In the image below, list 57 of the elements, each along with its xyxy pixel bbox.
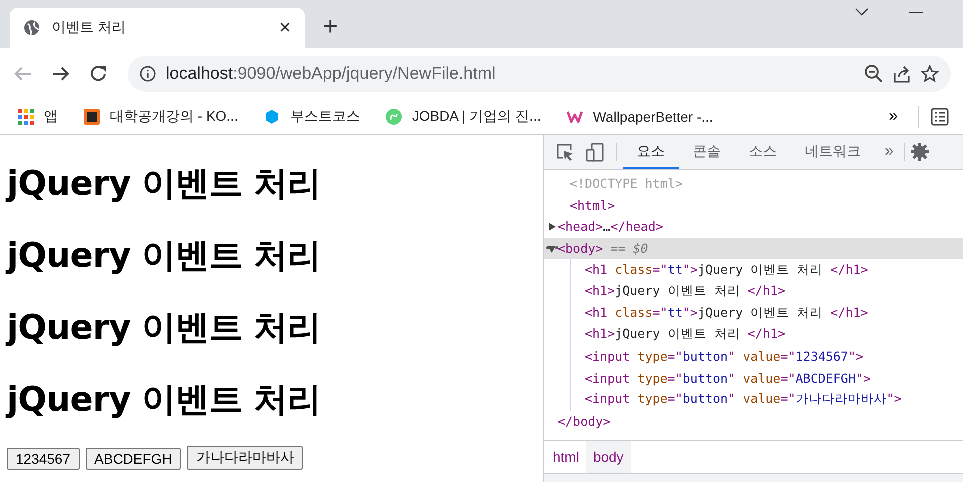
dom-node-line[interactable]: <h1 class="tt">jQuery 이벤트 처리 </h1> [585, 304, 868, 322]
breadcrumb[interactable]: body [586, 441, 631, 473]
devtools-tab[interactable]: 네트워크 [791, 135, 875, 169]
new-tab-button[interactable]: + [319, 11, 342, 42]
page-button[interactable]: ABCDEFGH [86, 448, 182, 470]
close-button[interactable]: × [277, 16, 293, 40]
expanded-triangle-icon[interactable] [548, 244, 556, 253]
dom-node-line[interactable]: <html> [570, 198, 616, 213]
bookmarks-overflow-button[interactable]: » [883, 107, 904, 127]
more-tabs-button[interactable]: » [875, 135, 904, 169]
page-heading: jQuery 이벤트 처리 [7, 163, 322, 206]
dom-node-line[interactable]: <input type="button" value="가나다라마바사"> [585, 391, 902, 408]
collapsed-triangle-icon[interactable] [548, 222, 556, 231]
page-button[interactable]: 1234567 [7, 448, 80, 470]
devtools-tab[interactable]: 소스 [735, 135, 791, 169]
star-icon[interactable] [921, 65, 939, 83]
dom-node-line[interactable]: <h1 class="tt">jQuery 이벤트 처리 </h1> [585, 262, 868, 279]
bookmark-item[interactable]: WallpaperBetter -... [567, 109, 714, 125]
page-heading: jQuery 이벤트 처리 [7, 235, 322, 278]
info-icon [140, 66, 156, 82]
circle-logo-icon [386, 109, 402, 125]
dom-node-line[interactable]: </body> [558, 414, 611, 429]
bookmark-item[interactable]: 앱 [18, 108, 58, 126]
breadcrumb[interactable]: html [546, 441, 586, 473]
ellipsis-icon [546, 246, 559, 250]
inspect-icon[interactable] [556, 143, 574, 161]
bookmark-item[interactable]: 대학공개강의 - KO... [84, 108, 238, 126]
dom-node-line[interactable]: <h1>jQuery 이벤트 처리 </h1> [585, 326, 786, 344]
device-icon[interactable] [586, 142, 604, 162]
square-logo-icon [84, 109, 100, 125]
chevron-down-icon[interactable] [855, 8, 869, 17]
dom-node-line[interactable]: <input type="button" value="1234567"> [585, 349, 864, 364]
settings-icon[interactable] [910, 143, 929, 161]
forward-arrow-icon[interactable] [52, 65, 70, 83]
dom-node-line[interactable]: <body> == $0 [558, 241, 648, 256]
devtools-tab[interactable]: 요소 [623, 135, 679, 169]
globe-icon [24, 20, 40, 36]
zoom-out-icon[interactable] [865, 65, 883, 83]
w-logo-icon [567, 109, 584, 125]
bookmark-item[interactable]: 부스트코스 [264, 108, 360, 126]
page-button[interactable]: 가나다라마바사 [187, 446, 304, 470]
dom-node-line[interactable]: <input type="button" value="ABCDEFGH"> [585, 370, 872, 386]
grid-icon [18, 109, 34, 125]
bookmark-item[interactable]: JOBDA | 기업의 진... [386, 108, 542, 126]
address-bar[interactable]: localhost:9090/webApp/jquery/NewFile.html [128, 56, 951, 92]
share-icon[interactable] [893, 65, 911, 83]
devtools-tab[interactable]: 콘솔 [679, 135, 735, 169]
hexagon-icon [264, 109, 280, 125]
page-heading: jQuery 이벤트 처리 [7, 307, 322, 350]
url-text: localhost:9090/webApp/jquery/NewFile.html [166, 64, 496, 84]
reading-list-icon[interactable] [931, 108, 949, 126]
browser-tab[interactable]: 이벤트 처리 × [10, 8, 305, 48]
page-heading: jQuery 이벤트 처리 [7, 379, 322, 422]
reload-icon[interactable] [90, 65, 108, 83]
dom-node-line[interactable]: <h1>jQuery 이벤트 처리 </h1> [585, 283, 786, 300]
dom-node-line[interactable]: <head>…</head> [558, 219, 664, 234]
tab-title: 이벤트 처리 [52, 19, 127, 37]
